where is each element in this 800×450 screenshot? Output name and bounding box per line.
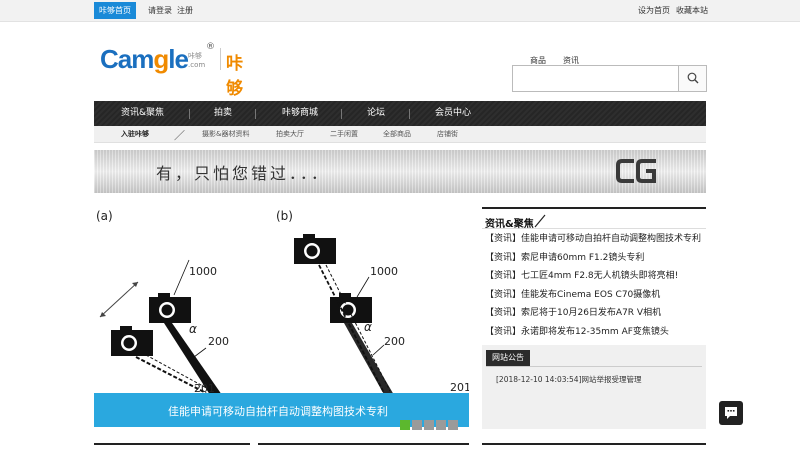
- slash-divider-icon: [534, 214, 546, 228]
- banner-slogan: 有，只怕您错过．．．: [156, 164, 331, 183]
- sub-nav: 入驻咔够 ／ 摄影&器材资料 拍卖大厅 二手闲置 全部商品 店铺街: [94, 126, 706, 143]
- subnav-equipment[interactable]: 摄影&器材资料: [202, 129, 249, 139]
- subnav-shop-street[interactable]: 店铺街: [437, 129, 458, 139]
- login-link[interactable]: 请登录: [148, 5, 172, 16]
- svg-text:1000: 1000: [189, 265, 217, 278]
- section-divider: [482, 443, 706, 445]
- search-box: [512, 65, 707, 92]
- featured-slideshow[interactable]: (a) 1000 200 α 201 (b) 1000 200 α 201 佳能…: [94, 205, 469, 431]
- notice-divider: [486, 366, 702, 367]
- main-nav: 资讯&聚焦 拍卖 咔够商城 论坛 会员中心: [94, 101, 706, 126]
- set-homepage-link[interactable]: 设为首页: [638, 5, 670, 16]
- section-divider: [258, 443, 469, 445]
- search-input[interactable]: [513, 66, 678, 91]
- top-bar: 咔够首页 请登录 注册 设为首页 收藏本站: [0, 0, 800, 22]
- logo-wordmark: Camgle: [100, 44, 189, 74]
- subnav-slash-divider: ／: [174, 129, 185, 142]
- nav-divider: [255, 109, 256, 119]
- nav-item-news[interactable]: 资讯&聚焦: [121, 101, 164, 126]
- news-item[interactable]: 【资讯】永诺即将发布12-35mm AF变焦镜头: [485, 324, 669, 337]
- svg-text:α: α: [189, 322, 197, 336]
- slide-dot-4[interactable]: [436, 420, 446, 430]
- nav-divider: [409, 109, 410, 119]
- svg-text:200: 200: [384, 335, 405, 348]
- chat-icon: [725, 407, 737, 419]
- news-item[interactable]: 【资讯】佳能申请可移动自拍杆自动调整构图技术专利: [485, 231, 701, 244]
- section-divider: [94, 443, 250, 445]
- ad-banner[interactable]: 有，只怕您错过．．．: [94, 150, 706, 193]
- subnav-second-hand[interactable]: 二手闲置: [330, 129, 358, 139]
- slide-dot-1[interactable]: [400, 420, 410, 430]
- news-section-title[interactable]: 资讯&聚焦: [485, 215, 534, 230]
- svg-text:200: 200: [208, 335, 229, 348]
- nav-divider: [189, 109, 190, 119]
- subnav-join[interactable]: 入驻咔够: [121, 129, 149, 139]
- nav-item-auction[interactable]: 拍卖: [214, 101, 232, 126]
- bookmark-link[interactable]: 收藏本站: [676, 5, 708, 16]
- slide-dot-5[interactable]: [448, 420, 458, 430]
- logo-divider: [220, 48, 221, 70]
- news-item[interactable]: 【资讯】佳能发布Cinema EOS C70摄像机: [485, 287, 660, 300]
- news-section-header: 资讯&聚焦: [482, 207, 706, 230]
- news-item[interactable]: 【资讯】索尼申请60mm F1.2镜头专利: [485, 250, 644, 263]
- cg-logo-icon: [616, 158, 658, 186]
- slide-caption-text: 佳能申请可移动自拍杆自动调整构图技术专利: [168, 405, 388, 418]
- site-announcements: 网站公告 [2018-12-10 14:03:54]网站举报受理管理: [482, 345, 706, 429]
- search-button[interactable]: [678, 66, 706, 91]
- logo-domain: 咔够 .com: [188, 52, 206, 69]
- fig-label-a: (a): [96, 209, 113, 223]
- slide-dot-3[interactable]: [424, 420, 434, 430]
- svg-text:α: α: [364, 320, 372, 334]
- nav-item-member-center[interactable]: 会员中心: [435, 101, 471, 126]
- subnav-auction-hall[interactable]: 拍卖大厅: [276, 129, 304, 139]
- register-link[interactable]: 注册: [177, 5, 193, 16]
- news-item[interactable]: 【资讯】七工匠4mm F2.8无人机镜头即将亮相!: [485, 268, 678, 281]
- subnav-all-products[interactable]: 全部商品: [383, 129, 411, 139]
- nav-divider: [341, 109, 342, 119]
- chat-button[interactable]: [719, 401, 743, 425]
- nav-item-forum[interactable]: 论坛: [367, 101, 385, 126]
- announcement-item[interactable]: [2018-12-10 14:03:54]网站举报受理管理: [496, 374, 642, 385]
- svg-text:1000: 1000: [370, 265, 398, 278]
- slide-dot-2[interactable]: [412, 420, 422, 430]
- fig-label-b: (b): [276, 209, 293, 223]
- home-link[interactable]: 咔够首页: [94, 2, 136, 19]
- logo-registered-mark: ®: [206, 42, 215, 52]
- news-item[interactable]: 【资讯】索尼将于10月26日发布A7R V相机: [485, 305, 661, 318]
- nav-item-mall[interactable]: 咔够商城: [282, 101, 318, 126]
- search-icon: [687, 72, 699, 84]
- announcements-tab[interactable]: 网站公告: [486, 350, 530, 366]
